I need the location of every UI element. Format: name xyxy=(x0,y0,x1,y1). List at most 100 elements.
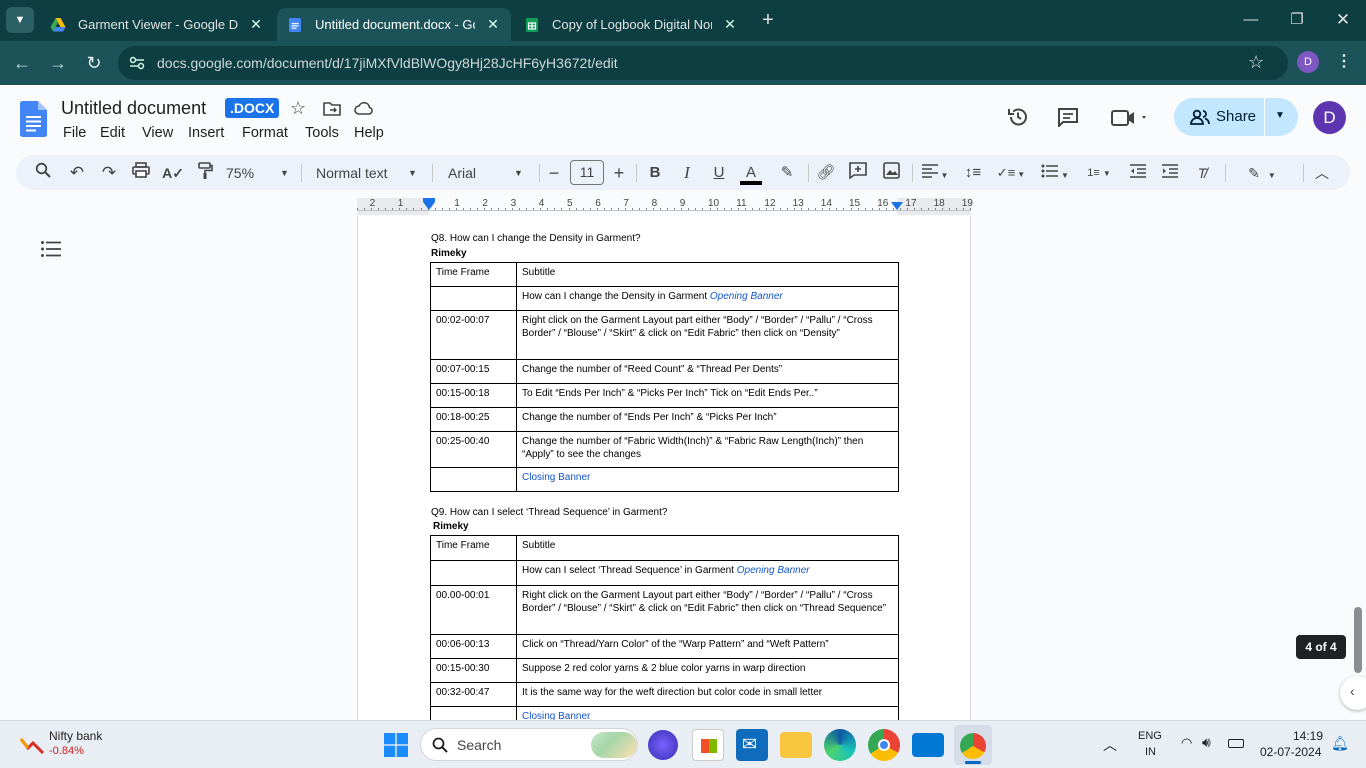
paint-format-icon[interactable] xyxy=(194,162,216,184)
first-line-indent-marker[interactable] xyxy=(423,198,435,202)
minimize-button[interactable]: — xyxy=(1231,8,1271,32)
right-indent-marker[interactable] xyxy=(891,202,903,210)
line-spacing-icon[interactable]: ↕≡ xyxy=(962,162,984,184)
link-icon[interactable]: 🔗︎ xyxy=(815,162,837,184)
increase-indent-icon[interactable] xyxy=(1159,162,1181,184)
checklist-menu[interactable]: ✓≡ ▼ xyxy=(994,162,1028,184)
align-menu[interactable]: ▼ xyxy=(919,162,951,184)
opening-banner-link[interactable]: Opening Banner xyxy=(710,291,783,302)
hide-menus-chevron-up-icon[interactable]: ︿ xyxy=(1311,162,1333,184)
file-explorer-icon[interactable] xyxy=(780,732,812,758)
chrome-profile-active-icon[interactable] xyxy=(954,725,992,765)
decrease-font-size-button[interactable]: − xyxy=(546,162,562,184)
site-info-icon[interactable] xyxy=(129,56,145,70)
stock-widget-name[interactable]: Nifty bank xyxy=(49,729,102,743)
ruler-tick xyxy=(547,208,549,210)
cloud-status-icon[interactable] xyxy=(354,101,374,115)
editing-mode-menu[interactable]: ✎ ▼ xyxy=(1242,162,1282,184)
close-icon[interactable]: ✕ xyxy=(722,16,738,33)
bulleted-list-menu[interactable]: ▼ xyxy=(1038,162,1072,184)
chrome-browser-icon[interactable] xyxy=(868,729,900,761)
chevron-up-icon[interactable]: ︿ xyxy=(1103,735,1117,755)
left-indent-marker[interactable] xyxy=(423,202,435,210)
numbered-list-menu[interactable]: 1≡ ▼ xyxy=(1082,162,1116,184)
print-icon[interactable] xyxy=(130,162,152,184)
notification-bell-icon[interactable]: 🔔︎ xyxy=(1331,735,1349,752)
meet-video-icon[interactable] xyxy=(1111,109,1147,127)
address-bar[interactable]: docs.google.com/document/d/17jiMXfVldBlW… xyxy=(118,46,1288,80)
vertical-scrollbar-thumb[interactable] xyxy=(1354,607,1362,673)
italic-button[interactable]: I xyxy=(676,162,698,184)
docs-logo-icon[interactable] xyxy=(20,101,47,137)
restore-button[interactable]: ❐ xyxy=(1277,8,1317,32)
share-button[interactable]: Share ▼ xyxy=(1174,98,1298,136)
menu-file[interactable]: File xyxy=(63,125,86,141)
page-counter: 4 of 4 xyxy=(1296,635,1346,659)
close-window-button[interactable]: ✕ xyxy=(1323,8,1363,32)
undo-icon[interactable]: ↶ xyxy=(66,162,88,184)
profile-avatar[interactable]: D xyxy=(1297,51,1319,73)
taskbar-search-box[interactable]: Search xyxy=(420,728,638,761)
tab-search-button[interactable]: ▼ xyxy=(6,7,34,33)
text-color-button[interactable]: A xyxy=(740,162,762,185)
menu-help[interactable]: Help xyxy=(354,125,384,141)
paragraph-style-select[interactable]: Normal text ▼ xyxy=(316,162,420,184)
edge-browser-icon[interactable] xyxy=(824,729,856,761)
version-history-icon[interactable] xyxy=(1007,106,1029,128)
bold-button[interactable]: B xyxy=(644,162,666,184)
envelope-icon: ✉ xyxy=(742,734,758,754)
account-avatar[interactable]: D xyxy=(1313,101,1346,134)
menu-insert[interactable]: Insert xyxy=(188,125,224,141)
tab-untitled-document[interactable]: Untitled document.docx - Goog ✕ xyxy=(277,8,511,41)
insert-image-icon[interactable] xyxy=(880,162,902,184)
star-icon[interactable]: ☆ xyxy=(290,98,306,119)
menu-tools[interactable]: Tools xyxy=(305,125,339,141)
clock-time[interactable]: 14:19 xyxy=(1293,729,1323,743)
opening-banner-link[interactable]: Opening Banner xyxy=(737,565,810,576)
chevron-down-icon[interactable]: ▼ xyxy=(1275,110,1285,121)
decrease-indent-icon[interactable] xyxy=(1127,162,1149,184)
language-line1[interactable]: ENG xyxy=(1138,730,1162,742)
tab-garment-viewer[interactable]: Garment Viewer - Google Drive ✕ xyxy=(40,8,274,41)
document-title[interactable]: Untitled document xyxy=(61,98,206,119)
underline-button[interactable]: U xyxy=(708,162,730,184)
menu-format[interactable]: Format xyxy=(242,125,288,141)
menu-view[interactable]: View xyxy=(142,125,173,141)
font-select[interactable]: Arial ▼ xyxy=(448,162,526,184)
back-arrow-icon[interactable]: ← xyxy=(10,51,34,75)
browser-menu-icon[interactable]: ⋮ xyxy=(1336,51,1352,71)
increase-font-size-button[interactable]: + xyxy=(611,162,627,184)
comments-icon[interactable] xyxy=(1057,107,1079,127)
mail-app-icon[interactable]: ✉ xyxy=(736,729,768,761)
tab-logbook[interactable]: Copy of Logbook Digital North ✕ xyxy=(514,8,748,41)
copilot-app-icon[interactable] xyxy=(648,730,678,760)
volume-icon[interactable]: 🔊︎ xyxy=(1202,734,1211,751)
forward-arrow-icon[interactable]: → xyxy=(46,51,70,75)
close-icon[interactable]: ✕ xyxy=(485,16,501,33)
ruler-tick xyxy=(843,208,845,210)
search-menus-icon[interactable] xyxy=(32,162,54,184)
close-icon[interactable]: ✕ xyxy=(248,16,264,33)
microsoft-store-icon[interactable] xyxy=(692,729,724,761)
spellcheck-icon[interactable]: A✓ xyxy=(162,162,184,184)
highlight-pen-icon[interactable]: ✎ xyxy=(776,162,798,184)
bookmark-star-icon[interactable]: ☆ xyxy=(1248,52,1264,73)
document-outline-icon[interactable] xyxy=(41,241,61,257)
remote-desktop-icon[interactable] xyxy=(912,733,944,757)
wifi-icon[interactable]: ◠ xyxy=(1181,735,1192,751)
document-page[interactable]: Q8. How can I change the Density in Garm… xyxy=(357,216,971,731)
horizontal-ruler[interactable]: 2 1 1 2 3 4 5 6 7 8 9 10 11 12 13 14 15 16 17 18 19 xyxy=(0,198,1366,215)
reload-icon[interactable]: ↻ xyxy=(82,51,106,75)
new-tab-button[interactable]: + xyxy=(756,8,780,32)
font-size-input[interactable]: 11 xyxy=(570,160,604,185)
redo-icon[interactable]: ↷ xyxy=(98,162,120,184)
zoom-select[interactable]: 75% ▼ xyxy=(226,162,290,184)
menu-edit[interactable]: Edit xyxy=(100,125,125,141)
move-folder-icon[interactable] xyxy=(323,101,341,116)
clear-formatting-icon[interactable]: T̸ xyxy=(1191,162,1213,184)
windows-start-icon[interactable] xyxy=(384,733,408,757)
side-panel-toggle[interactable]: ‹ xyxy=(1340,676,1366,710)
closing-banner-link[interactable]: Closing Banner xyxy=(522,472,590,483)
add-comment-icon[interactable] xyxy=(847,162,869,184)
battery-icon[interactable] xyxy=(1228,739,1244,748)
